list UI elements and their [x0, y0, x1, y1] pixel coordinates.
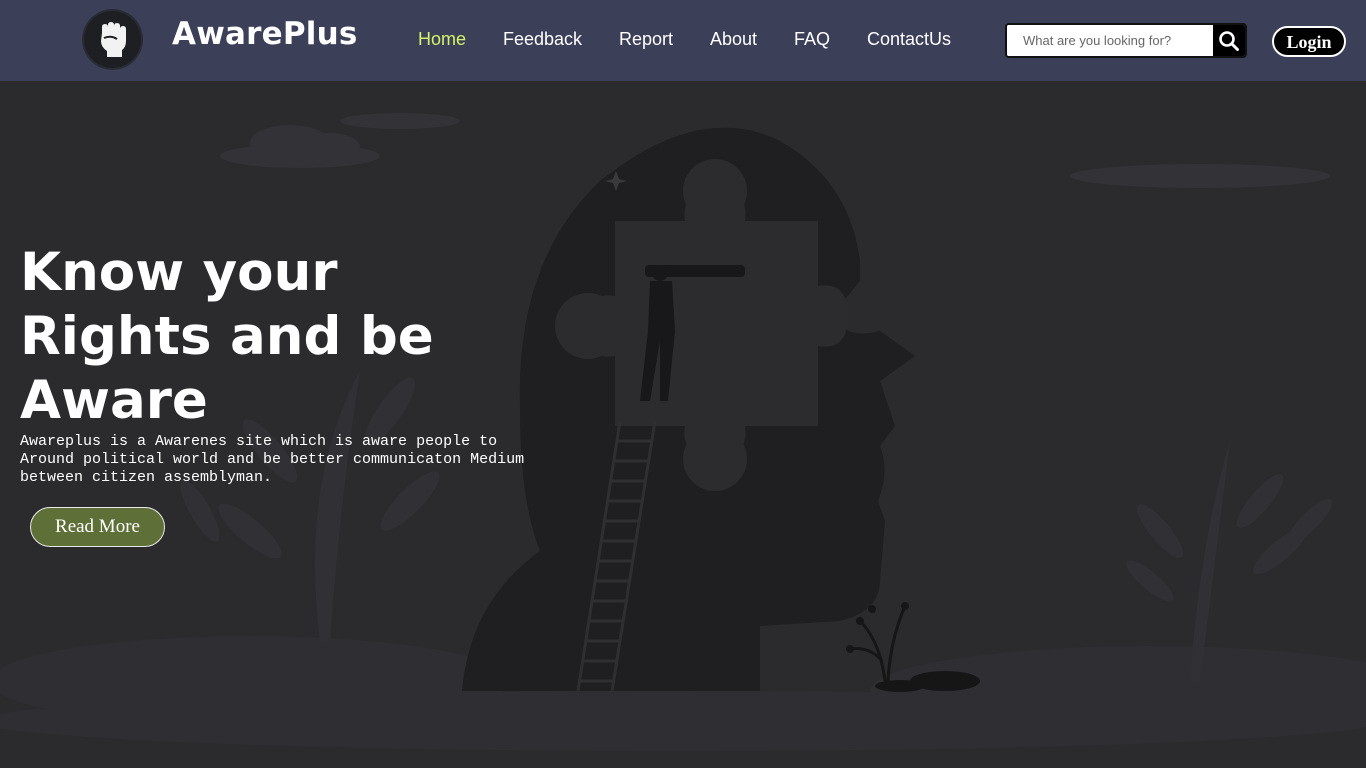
search-input[interactable] [1007, 25, 1215, 56]
search-icon [1219, 31, 1239, 51]
nav-home[interactable]: Home [418, 29, 466, 50]
hero-section: Know your Rights and be Aware Awareplus … [0, 81, 1366, 768]
raised-fist-icon[interactable] [84, 11, 141, 68]
search-button[interactable] [1213, 25, 1245, 56]
nav-faq[interactable]: FAQ [794, 29, 830, 50]
nav-contactus[interactable]: ContactUs [867, 29, 951, 50]
search-box [1005, 23, 1247, 58]
read-more-button[interactable]: Read More [30, 507, 165, 547]
hero-description: Awareplus is a Awarenes site which is aw… [20, 433, 525, 486]
nav-about[interactable]: About [710, 29, 757, 50]
hero-title: Know your Rights and be Aware [20, 242, 434, 431]
login-button[interactable]: Login [1272, 26, 1346, 57]
brand-name[interactable]: AwarePlus [172, 16, 358, 52]
navbar: AwarePlus Home Feedback Report About FAQ… [0, 0, 1366, 81]
nav-report[interactable]: Report [619, 29, 673, 50]
nav-feedback[interactable]: Feedback [503, 29, 582, 50]
